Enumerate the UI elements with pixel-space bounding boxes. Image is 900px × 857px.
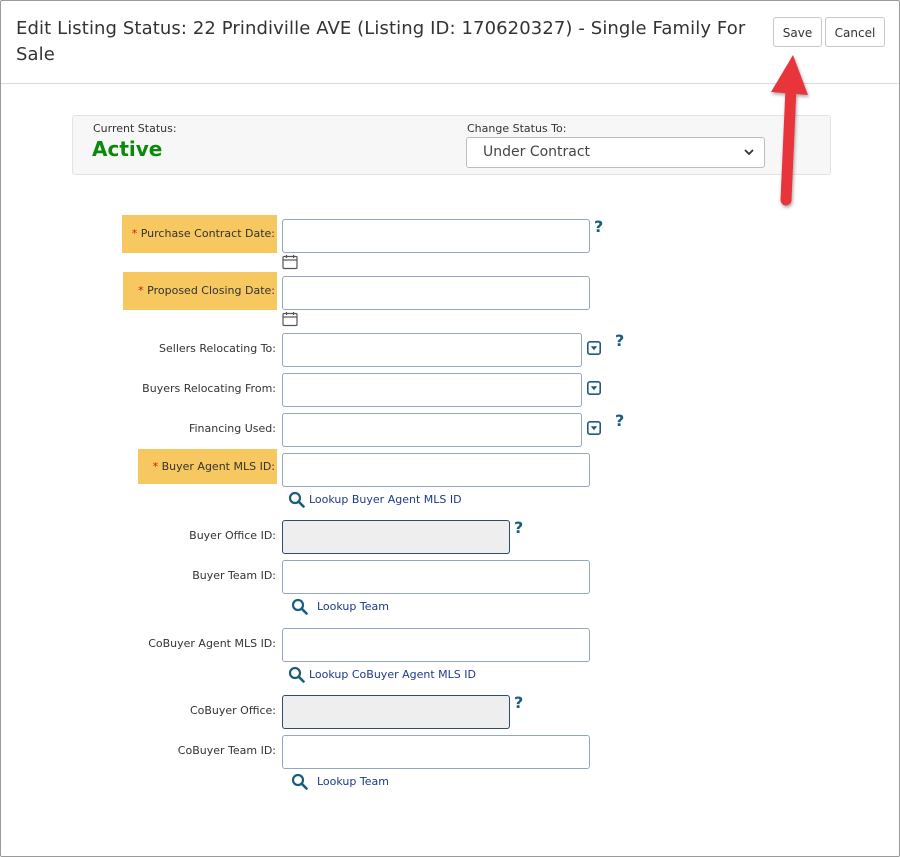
status-panel: Current Status: Active Change Status To:…	[72, 115, 831, 175]
buyers-relocating-from-label: Buyers Relocating From:	[142, 382, 276, 395]
help-icon[interactable]: ?	[514, 518, 523, 537]
cobuyer-team-id-label: CoBuyer Team ID:	[177, 744, 276, 757]
lookup-buyer-agent-mls-id-link[interactable]: Lookup Buyer Agent MLS ID	[288, 491, 478, 509]
buyer-agent-mls-id-input[interactable]	[282, 453, 590, 487]
lookup-cobuyer-team-link[interactable]: Lookup Team	[291, 773, 401, 791]
proposed-closing-date-label: * Proposed Closing Date:	[123, 272, 277, 310]
cobuyer-office-input	[282, 695, 510, 729]
change-status-selected-value: Under Contract	[483, 144, 591, 160]
help-icon[interactable]: ?	[615, 411, 624, 430]
cobuyer-office-label: CoBuyer Office:	[189, 704, 276, 717]
proposed-closing-date-input[interactable]	[282, 276, 590, 310]
buyer-team-id-label: Buyer Team ID:	[192, 569, 276, 582]
buyer-office-id-input	[282, 520, 510, 554]
purchase-contract-date-label: * Purchase Contract Date:	[122, 215, 277, 253]
search-icon	[291, 598, 308, 615]
chevron-down-icon	[743, 138, 755, 178]
cancel-button[interactable]: Cancel	[825, 17, 885, 47]
required-marker: *	[131, 227, 138, 240]
change-status-label: Change Status To:	[467, 122, 567, 135]
sellers-relocating-to-label: Sellers Relocating To:	[159, 342, 276, 355]
dropdown-icon[interactable]	[587, 381, 601, 395]
search-icon	[288, 666, 305, 683]
financing-used-label: Financing Used:	[188, 422, 276, 435]
dialog-title: Edit Listing Status: 22 Prindiville AVE …	[16, 18, 746, 65]
cobuyer-team-id-input[interactable]	[282, 735, 590, 769]
current-status-label: Current Status:	[93, 122, 177, 135]
dropdown-icon[interactable]	[587, 421, 601, 435]
buyer-office-id-label: Buyer Office ID:	[189, 529, 276, 542]
buyers-relocating-from-input[interactable]	[282, 373, 582, 407]
calendar-icon[interactable]	[282, 311, 298, 327]
lookup-buyer-team-link[interactable]: Lookup Team	[291, 598, 401, 616]
search-icon	[291, 773, 308, 790]
sellers-relocating-to-input[interactable]	[282, 333, 582, 367]
dialog-header: Edit Listing Status: 22 Prindiville AVE …	[1, 1, 899, 84]
calendar-icon[interactable]	[282, 254, 298, 270]
edit-listing-status-dialog: Edit Listing Status: 22 Prindiville AVE …	[0, 0, 900, 857]
help-icon[interactable]: ?	[594, 217, 603, 236]
financing-used-input[interactable]	[282, 413, 582, 447]
buyer-team-id-input[interactable]	[282, 560, 590, 594]
required-marker: *	[152, 460, 159, 473]
help-icon[interactable]: ?	[615, 331, 624, 350]
search-icon	[288, 491, 305, 508]
buyer-agent-mls-id-label: * Buyer Agent MLS ID:	[138, 449, 277, 484]
cobuyer-agent-mls-id-label: CoBuyer Agent MLS ID:	[148, 637, 276, 650]
change-status-select[interactable]: Under Contract	[466, 137, 765, 168]
purchase-contract-date-input[interactable]	[282, 219, 590, 253]
current-status-value: Active	[92, 137, 163, 161]
lookup-cobuyer-agent-mls-id-link[interactable]: Lookup CoBuyer Agent MLS ID	[288, 666, 488, 684]
required-marker: *	[138, 284, 144, 297]
help-icon[interactable]: ?	[514, 693, 523, 712]
dropdown-icon[interactable]	[587, 341, 601, 355]
save-button[interactable]: Save	[773, 17, 822, 47]
cobuyer-agent-mls-id-input[interactable]	[282, 628, 590, 662]
